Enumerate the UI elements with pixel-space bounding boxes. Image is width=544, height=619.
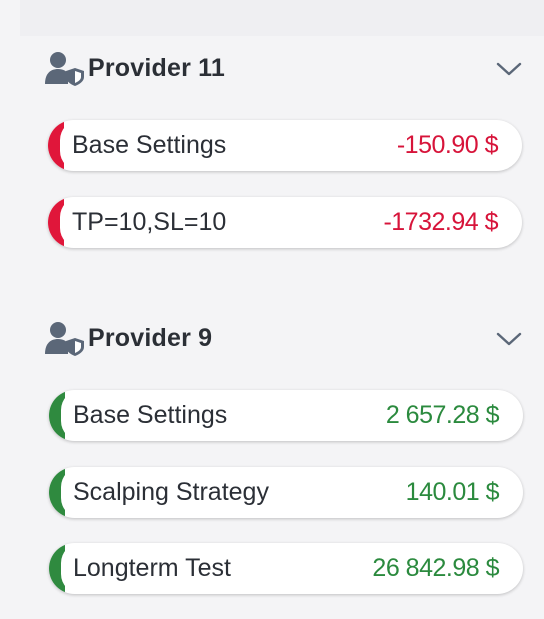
- providers-panel: Provider 11 Base Settings -150.90 $ TP=1…: [0, 0, 544, 619]
- setting-amount: 140.01 $: [405, 478, 500, 506]
- setting-label: Longterm Test: [73, 554, 231, 582]
- setting-label: Base Settings: [72, 131, 227, 159]
- user-shield-icon: [44, 50, 86, 86]
- setting-label: Base Settings: [73, 401, 228, 429]
- setting-amount: -1732.94 $: [383, 208, 498, 236]
- setting-item[interactable]: Base Settings 2 657.28 $: [49, 390, 523, 441]
- panel-top-shade: [20, 0, 544, 36]
- chevron-down-icon[interactable]: [494, 326, 524, 350]
- provider-name: Provider 9: [88, 323, 213, 352]
- provider-header-11[interactable]: Provider 11: [44, 46, 524, 90]
- user-shield-icon: [44, 320, 86, 356]
- provider-header-9[interactable]: Provider 9: [44, 316, 524, 360]
- setting-label: Scalping Strategy: [73, 478, 269, 506]
- setting-item[interactable]: Longterm Test 26 842.98 $: [49, 543, 523, 594]
- setting-amount: -150.90 $: [396, 131, 499, 159]
- setting-amount: 26 842.98 $: [372, 554, 499, 582]
- setting-item[interactable]: Scalping Strategy 140.01 $: [49, 467, 523, 518]
- setting-label: TP=10,SL=10: [72, 208, 227, 236]
- setting-item[interactable]: TP=10,SL=10 -1732.94 $: [48, 197, 522, 248]
- chevron-down-icon[interactable]: [494, 56, 524, 80]
- setting-amount: 2 657.28 $: [385, 401, 500, 429]
- provider-name: Provider 11: [88, 53, 226, 82]
- setting-item[interactable]: Base Settings -150.90 $: [48, 120, 522, 171]
